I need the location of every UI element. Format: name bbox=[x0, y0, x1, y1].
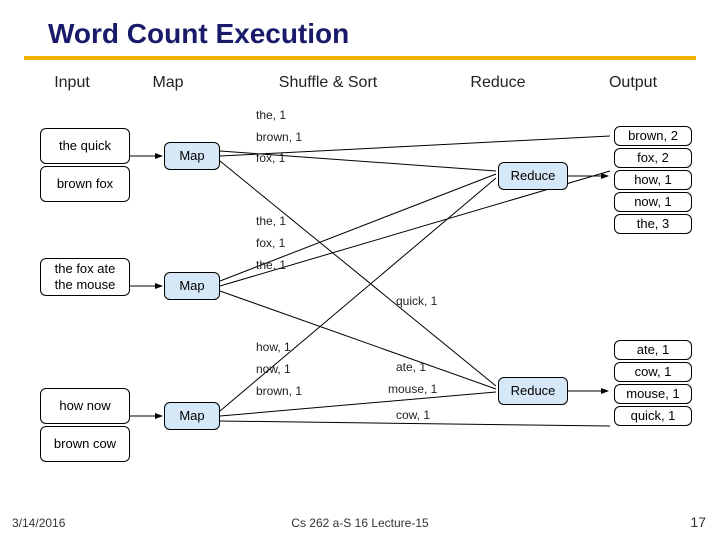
out-fox-2: fox, 2 bbox=[614, 148, 692, 168]
kv-how-1: how, 1 bbox=[256, 340, 291, 354]
map-box-1: Map bbox=[164, 142, 220, 170]
reduce-box-2: Reduce bbox=[498, 377, 568, 405]
kv-ate-1: ate, 1 bbox=[396, 360, 426, 374]
out-ate-1: ate, 1 bbox=[614, 340, 692, 360]
input-box-3a: how now bbox=[40, 388, 130, 424]
kv-the-1: the, 1 bbox=[256, 108, 286, 122]
input-text: the fox atethe mouse bbox=[55, 261, 116, 292]
kv-fox-1: fox, 1 bbox=[256, 151, 285, 165]
out-how-1: how, 1 bbox=[614, 170, 692, 190]
kv-the-1b: the, 1 bbox=[256, 214, 286, 228]
header-output: Output bbox=[568, 74, 698, 92]
footer-page: 17 bbox=[690, 514, 706, 530]
out-cow-1: cow, 1 bbox=[614, 362, 692, 382]
out-quick-1: quick, 1 bbox=[614, 406, 692, 426]
input-box-1b: brown fox bbox=[40, 166, 130, 202]
title-underline bbox=[24, 56, 696, 60]
header-map: Map bbox=[108, 74, 228, 92]
kv-quick-1: quick, 1 bbox=[396, 294, 437, 308]
out-brown-2: brown, 2 bbox=[614, 126, 692, 146]
input-box-2a: the fox atethe mouse bbox=[40, 258, 130, 296]
out-the-3: the, 3 bbox=[614, 214, 692, 234]
out-mouse-1: mouse, 1 bbox=[614, 384, 692, 404]
header-input: Input bbox=[0, 74, 108, 92]
header-reduce: Reduce bbox=[428, 74, 568, 92]
kv-cow-1: cow, 1 bbox=[396, 408, 430, 422]
footer-center: Cs 262 a-S 16 Lecture-15 bbox=[0, 516, 720, 530]
reduce-box-1: Reduce bbox=[498, 162, 568, 190]
diagram: the quick brown fox the fox atethe mouse… bbox=[0, 96, 720, 486]
kv-brown-1b: brown, 1 bbox=[256, 384, 302, 398]
out-now-1: now, 1 bbox=[614, 192, 692, 212]
kv-the-1c: the, 1 bbox=[256, 258, 286, 272]
kv-brown-1: brown, 1 bbox=[256, 130, 302, 144]
map-box-3: Map bbox=[164, 402, 220, 430]
kv-mouse-1: mouse, 1 bbox=[388, 382, 437, 396]
page-title: Word Count Execution bbox=[0, 0, 720, 56]
input-box-1a: the quick bbox=[40, 128, 130, 164]
map-box-2: Map bbox=[164, 272, 220, 300]
kv-fox-1b: fox, 1 bbox=[256, 236, 285, 250]
input-box-3b: brown cow bbox=[40, 426, 130, 462]
kv-now-1: now, 1 bbox=[256, 362, 291, 376]
header-shuffle: Shuffle & Sort bbox=[228, 74, 428, 92]
